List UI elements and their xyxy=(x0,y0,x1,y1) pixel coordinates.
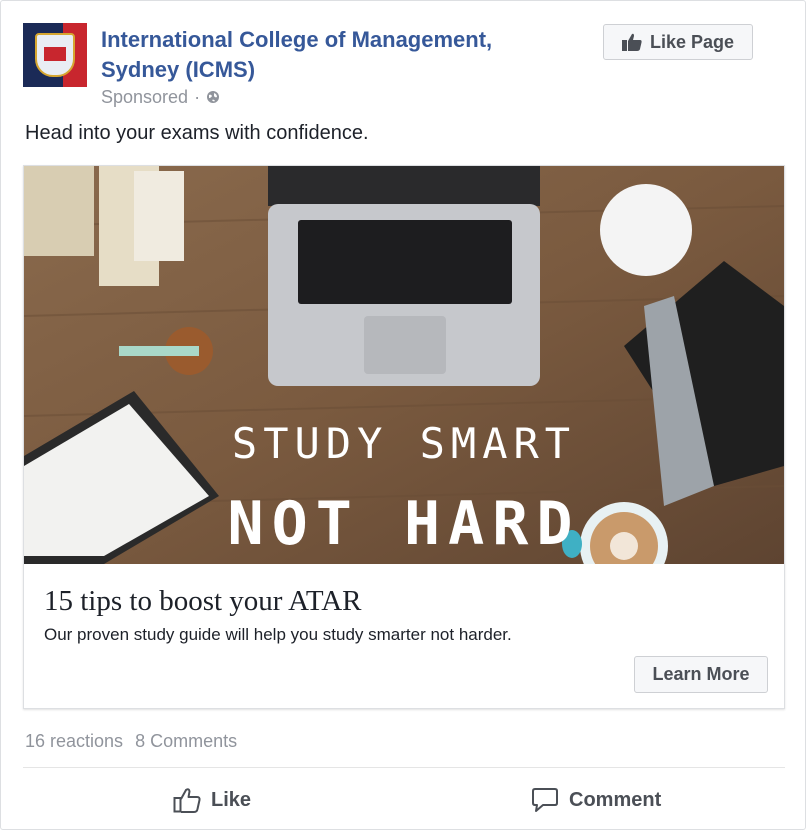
engagement-stats: 16 reactions 8 Comments xyxy=(25,730,237,752)
page-logo-avatar[interactable] xyxy=(23,23,87,87)
comment-button[interactable]: Comment xyxy=(531,781,661,819)
sponsored-meta: Sponsored · xyxy=(101,87,220,107)
overlay-text-line2: NOT HARD xyxy=(228,489,581,559)
learn-more-button[interactable]: Learn More xyxy=(634,656,768,693)
separator-dot: · xyxy=(194,87,201,107)
post-caption: Head into your exams with confidence. xyxy=(25,122,369,144)
like-page-button[interactable]: Like Page xyxy=(603,24,753,60)
reactions-count[interactable]: 16 reactions xyxy=(25,730,123,752)
comment-label: Comment xyxy=(569,788,662,811)
page-name-link[interactable]: International College of Management, Syd… xyxy=(101,25,541,85)
thumbs-up-outline-icon xyxy=(173,788,201,813)
like-button[interactable]: Like xyxy=(173,781,251,819)
thumbs-up-icon xyxy=(621,33,642,51)
crest-icon xyxy=(35,33,75,77)
comment-bubble-icon xyxy=(532,788,558,812)
attachment-description: Our proven study guide will help you stu… xyxy=(44,625,512,644)
like-page-label: Like Page xyxy=(649,31,735,52)
overlay-text-line1: STUDY SMART xyxy=(232,419,576,468)
globe-icon[interactable] xyxy=(206,90,220,104)
comments-count[interactable]: 8 Comments xyxy=(135,730,237,752)
like-label: Like xyxy=(211,788,252,811)
sponsored-post-card: International College of Management, Syd… xyxy=(0,0,806,830)
link-attachment[interactable]: STUDY SMART NOT HARD 15 tips to boost yo… xyxy=(23,165,785,709)
attachment-headline[interactable]: 15 tips to boost your ATAR xyxy=(44,584,362,618)
sponsored-label[interactable]: Sponsored xyxy=(101,87,188,107)
ad-image[interactable]: STUDY SMART NOT HARD xyxy=(24,166,784,564)
action-divider xyxy=(23,767,785,768)
